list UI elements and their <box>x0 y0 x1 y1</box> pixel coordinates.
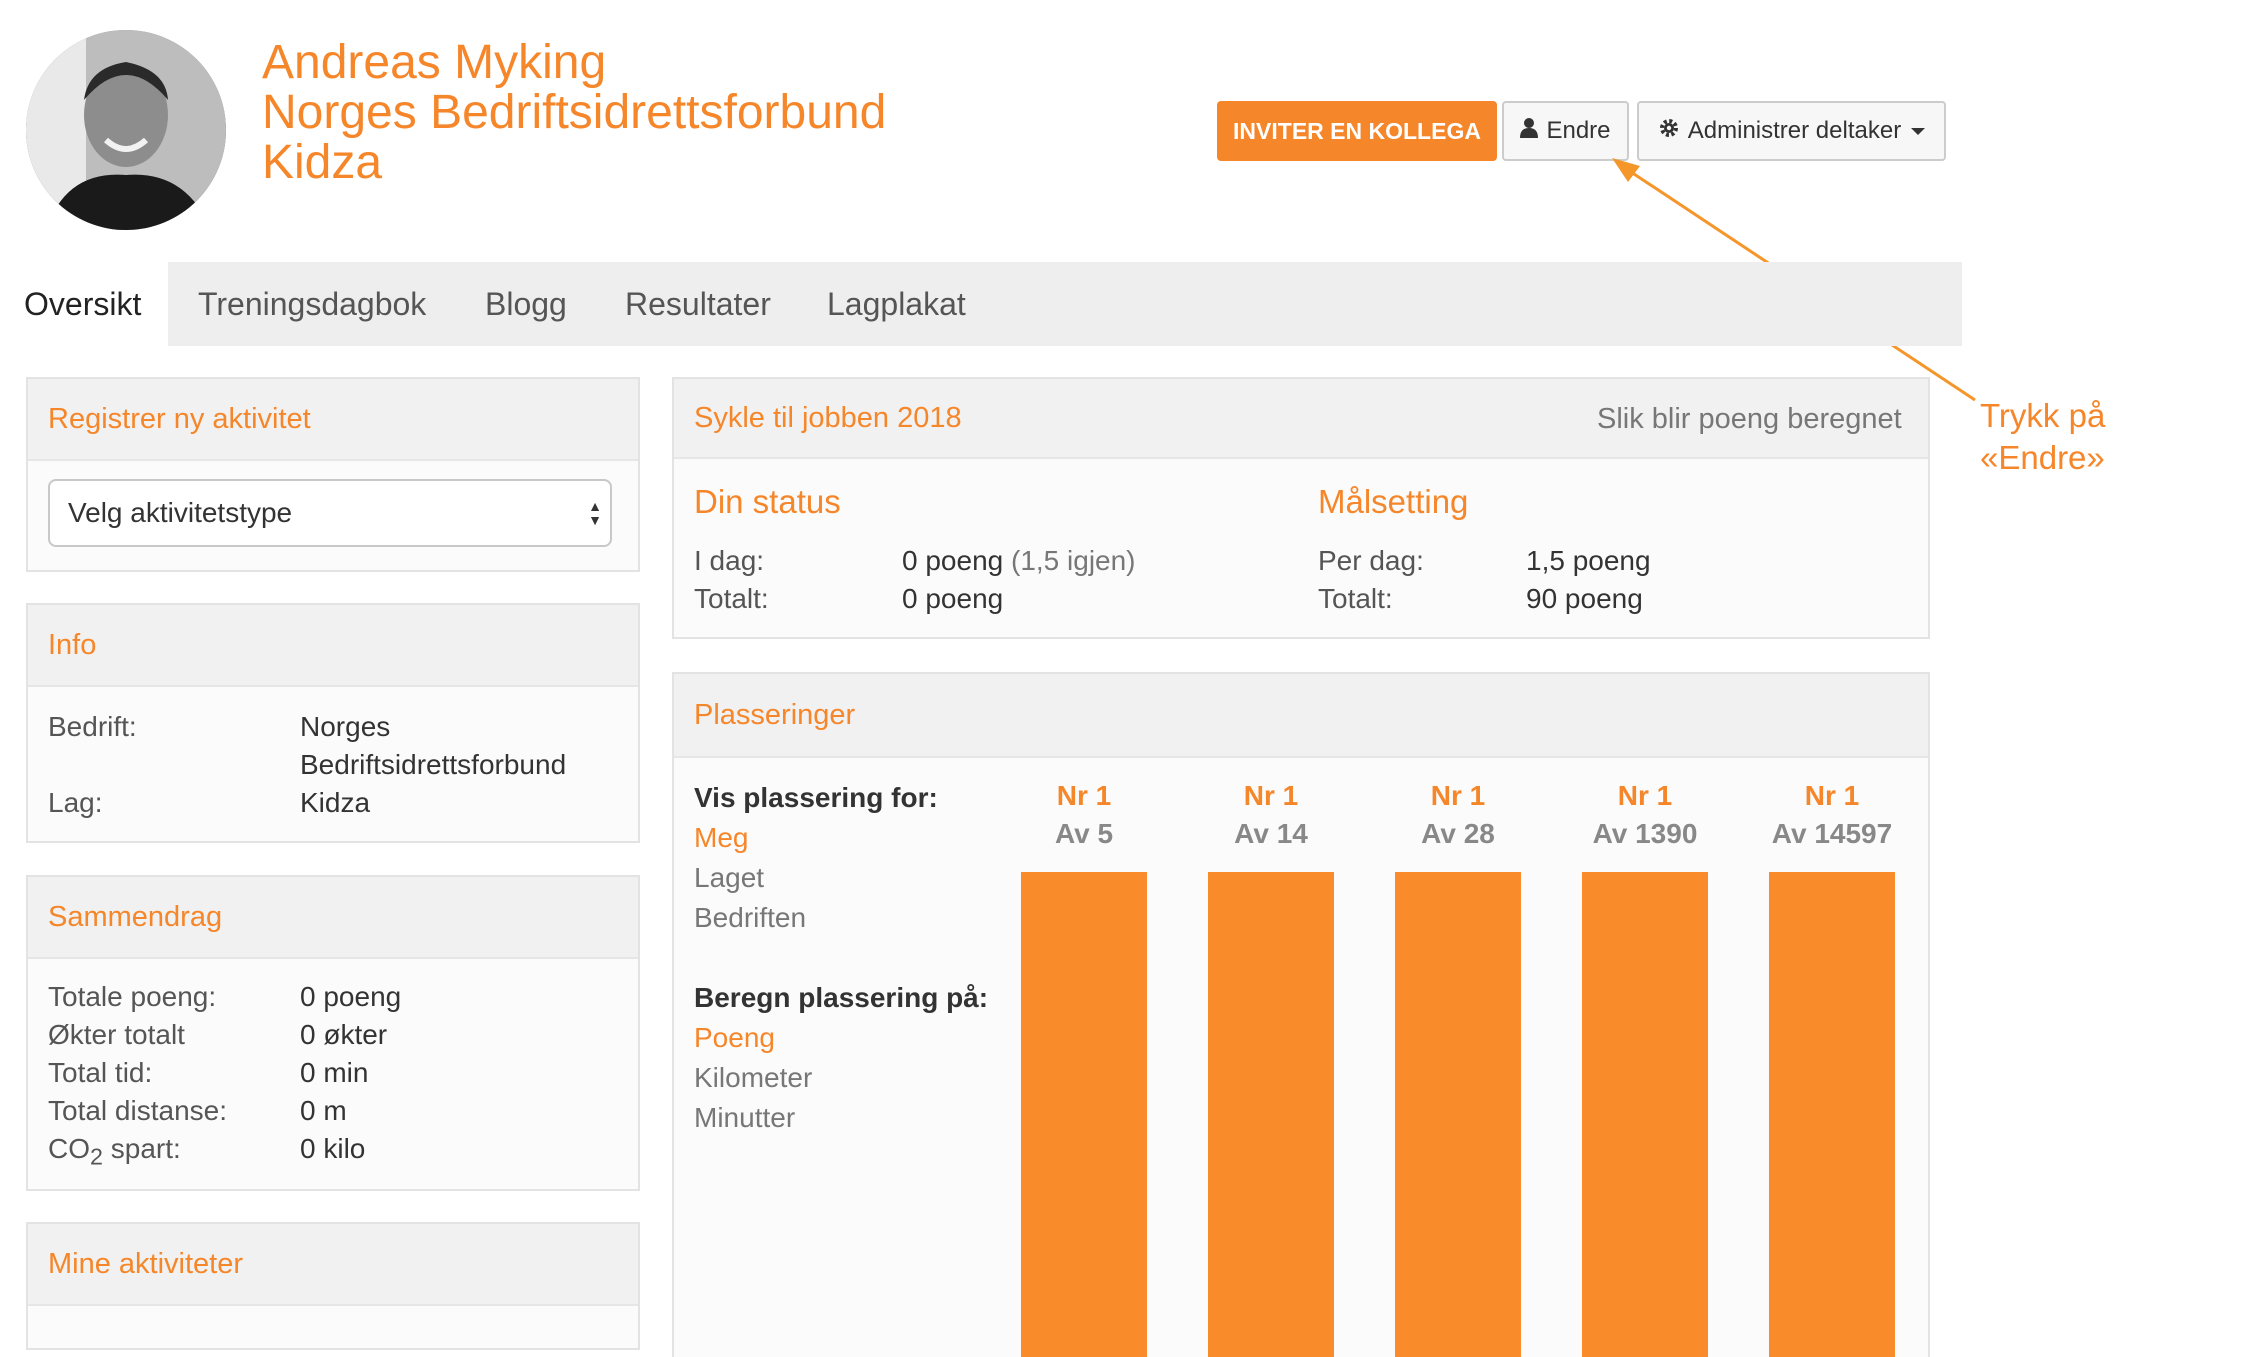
tab-oversikt[interactable]: Oversikt <box>24 262 168 346</box>
my-activities-title: Mine aktiviteter <box>28 1224 638 1306</box>
calc-option-minutter[interactable]: Minutter <box>694 1102 795 1134</box>
today-value: 0 poeng (1,5 igjen) <box>902 545 1136 576</box>
status-title: Din status <box>694 483 841 520</box>
rank-bar <box>1208 872 1334 1357</box>
rank-of-total: Av 14597 <box>1771 818 1893 849</box>
rank-of-total: Av 5 <box>1054 818 1114 849</box>
info-panel: Info Bedrift: Norges Bedriftsidrettsforb… <box>26 603 640 843</box>
rank-label: Nr 1 <box>1243 780 1299 811</box>
total-distance-value: 0 m <box>300 1095 347 1126</box>
today-label: I dag: <box>694 545 765 576</box>
show-for-option-meg[interactable]: Meg <box>694 822 748 854</box>
calc-option-kilometer[interactable]: Kilometer <box>694 1062 812 1094</box>
team-label: Lag: <box>48 787 103 818</box>
rank-label: Nr 1 <box>1056 780 1112 811</box>
company-name: Norges Bedriftsidrettsforbund <box>262 86 887 139</box>
participant-name: Andreas Myking <box>262 36 607 89</box>
per-day-value: 1,5 poeng <box>1526 545 1651 576</box>
rank-of-total: Av 28 <box>1421 818 1495 849</box>
avatar <box>26 30 226 230</box>
tab-blogg[interactable]: Blogg <box>485 262 567 346</box>
rank-label: Nr 1 <box>1804 780 1860 811</box>
rank-label: Nr 1 <box>1617 780 1673 811</box>
calc-label: Beregn plassering på: <box>694 982 989 1013</box>
my-activities-panel: Mine aktiviteter <box>26 1222 640 1350</box>
goal-total-label: Totalt: <box>1318 583 1393 614</box>
rankings-panel: Plasseringer Vis plassering for: Meg Lag… <box>672 672 1930 1357</box>
campaign-panel: Sykle til jobben 2018 Slik blir poeng be… <box>672 377 1930 639</box>
calc-option-poeng[interactable]: Poeng <box>694 1022 775 1054</box>
total-time-value: 0 min <box>300 1057 369 1088</box>
rank-bar <box>1021 872 1147 1357</box>
tab-bar <box>168 262 1962 346</box>
rank-bar <box>1769 872 1895 1357</box>
admin-participant-dropdown[interactable]: Administrer deltaker <box>1637 101 1946 161</box>
tab-lagplakat[interactable]: Lagplakat <box>827 262 966 346</box>
rankings-title: Plasseringer <box>674 674 1928 758</box>
register-activity-panel: Registrer ny aktivitet Velg aktivitetsty… <box>26 377 640 572</box>
avatar-photo <box>26 30 226 230</box>
co2-saved-value: 0 kilo <box>300 1133 366 1164</box>
company-value-line1: Norges <box>300 711 391 742</box>
info-title: Info <box>28 605 638 687</box>
sessions-label: Økter totalt <box>48 1019 185 1050</box>
goal-title: Målsetting <box>1318 483 1469 520</box>
gear-icon <box>1658 117 1680 145</box>
activity-type-select[interactable]: Velg aktivitetstype ▲ ▼ <box>48 479 612 547</box>
profile-heading: Andreas Myking Norges Bedriftsidrettsfor… <box>262 38 886 188</box>
company-label: Bedrift: <box>48 711 137 742</box>
status-total-value: 0 poeng <box>902 583 1004 614</box>
show-for-option-laget[interactable]: Laget <box>694 862 764 894</box>
company-value-line2: Bedriftsidrettsforbund <box>300 749 567 780</box>
tab-treningsdagbok[interactable]: Treningsdagbok <box>198 262 426 346</box>
total-points-label: Totale poeng: <box>48 981 217 1012</box>
user-icon <box>1520 118 1539 144</box>
rank-label: Nr 1 <box>1430 780 1486 811</box>
register-activity-title: Registrer ny aktivitet <box>28 379 638 461</box>
total-points-value: 0 poeng <box>300 981 402 1012</box>
rank-of-total: Av 14 <box>1234 818 1308 849</box>
summary-title: Sammendrag <box>28 877 638 959</box>
edit-button[interactable]: Endre <box>1502 101 1629 161</box>
chevron-down-icon <box>1911 127 1926 135</box>
rank-bar <box>1582 872 1708 1357</box>
campaign-title: Sykle til jobben 2018 <box>694 401 962 434</box>
team-name: Kidza <box>262 136 383 189</box>
show-for-option-bedriften[interactable]: Bedriften <box>694 902 806 934</box>
status-total-label: Totalt: <box>694 583 769 614</box>
co2-saved-label: CO2 spart: <box>48 1133 181 1170</box>
sessions-value: 0 økter <box>300 1019 388 1050</box>
total-distance-label: Total distanse: <box>48 1095 227 1126</box>
goal-total-value: 90 poeng <box>1526 583 1643 614</box>
total-time-label: Total tid: <box>48 1057 153 1088</box>
tab-resultater[interactable]: Resultater <box>625 262 771 346</box>
annotation-text: Trykk på «Endre» <box>1980 397 2106 476</box>
team-value: Kidza <box>300 787 371 818</box>
show-for-label: Vis plassering for: <box>694 782 938 813</box>
rank-bar <box>1395 872 1521 1357</box>
rank-of-total: Av 1390 <box>1592 818 1698 849</box>
summary-panel: Sammendrag Totale poeng: 0 poeng Økter t… <box>26 875 640 1191</box>
points-info-link[interactable]: Slik blir poeng beregnet <box>1597 403 1902 436</box>
invite-colleague-button[interactable]: INVITER EN KOLLEGA <box>1217 101 1497 161</box>
select-arrows-icon: ▲ ▼ <box>588 498 602 528</box>
per-day-label: Per dag: <box>1318 545 1424 576</box>
